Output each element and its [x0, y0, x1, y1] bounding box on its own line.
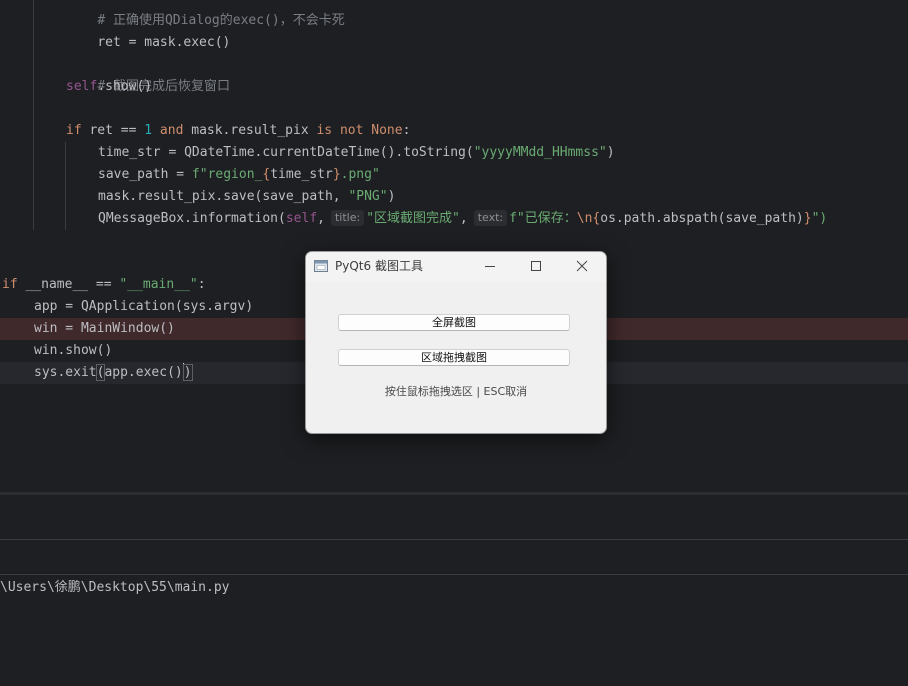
code-text: ) [606, 145, 615, 160]
code-keyword: None [363, 123, 403, 138]
fullscreen-capture-button[interactable]: 全屏截图 [338, 314, 570, 331]
code-line[interactable]: # 正确使用QDialog的exec()，不会卡死 [0, 0, 908, 28]
code-string: .png" [340, 167, 380, 182]
run-console[interactable]: \Users\徐鹏\Desktop\55\main.py [0, 575, 908, 686]
code-string: "yyyyMMdd_HHmmss" [473, 145, 607, 160]
code-text: == [88, 277, 120, 292]
parameter-hint-title: title: [330, 210, 365, 226]
maximize-button[interactable] [514, 252, 558, 281]
code-text: time_str = QDateTime.currentDateTime().t… [98, 145, 474, 160]
code-keyword: if [66, 123, 82, 138]
close-icon [576, 260, 588, 272]
region-capture-button[interactable]: 区域拖拽截图 [338, 349, 570, 366]
code-line[interactable]: save_path = f"region_{time_str}.png" [0, 164, 908, 186]
code-text: win = MainWindow() [34, 321, 175, 336]
code-string: f"region_ [191, 167, 263, 182]
code-self: self [285, 211, 318, 226]
code-text: sys.exit [34, 365, 97, 380]
screenshot-tool-dialog: PyQt6 截图工具 全屏截图 区域拖拽截图 按住鼠标拖拽选区 | ESC取消 [305, 251, 607, 434]
code-text: ret = mask.exec() [97, 35, 231, 50]
code-text: , [317, 211, 325, 226]
code-text: win.show() [34, 343, 113, 358]
code-keyword: and [152, 123, 184, 138]
code-line[interactable]: self.show() [0, 76, 908, 98]
code-string: "__main__" [119, 277, 198, 292]
tool-window-tabs [0, 540, 908, 575]
code-text: .show() [97, 79, 153, 94]
code-line[interactable]: mask.result_pix.save(save_path, "PNG") [0, 186, 908, 208]
code-text: time_str [270, 167, 333, 182]
code-string: ") [811, 211, 828, 226]
code-string: "PNG" [348, 189, 388, 204]
console-path-line: \Users\徐鹏\Desktop\55\main.py [0, 580, 230, 595]
code-brace: } [332, 167, 341, 182]
code-text: app = QApplication(sys.argv) [34, 299, 254, 314]
parameter-hint-text: text: [473, 210, 508, 226]
code-keyword: if [2, 277, 18, 292]
code-line[interactable]: if ret == 1 and mask.result_pix is not N… [0, 120, 908, 142]
dialog-titlebar[interactable]: PyQt6 截图工具 [306, 252, 606, 282]
code-text: : [197, 277, 206, 292]
code-line[interactable]: # 截图完成后恢复窗口 [0, 54, 908, 94]
code-text: QMessageBox.information( [98, 211, 286, 226]
code-self: self [66, 79, 98, 94]
code-string: "区域截图完成" [366, 211, 460, 226]
code-brace: } [803, 211, 812, 226]
code-text: : [402, 123, 411, 138]
code-line[interactable]: time_str = QDateTime.currentDateTime().t… [0, 142, 908, 164]
code-text: , [459, 211, 468, 226]
usage-hint: 按住鼠标拖拽选区 | ESC取消 [384, 385, 528, 398]
maximize-icon [531, 261, 541, 271]
code-line[interactable]: QMessageBox.information(self, title: "区域截图… [0, 208, 908, 230]
code-text: mask.result_pix.save(save_path, [98, 189, 349, 204]
code-number: 1 [144, 123, 153, 138]
code-line[interactable]: ret = mask.exec() [0, 10, 908, 50]
code-escape: \n [576, 211, 593, 226]
close-button[interactable] [560, 252, 604, 281]
tool-window-header [0, 495, 908, 540]
minimize-icon [485, 266, 495, 267]
code-text: os.path.abspath(save_path) [600, 211, 804, 226]
code-keyword: is not [316, 123, 364, 138]
code-text: save_path = [98, 167, 192, 182]
code-text: ) [387, 189, 396, 204]
app-window-icon [314, 260, 328, 272]
code-text: mask.result_pix [183, 123, 317, 138]
minimize-button[interactable] [468, 252, 512, 281]
dialog-title: PyQt6 截图工具 [335, 259, 423, 273]
code-text: ret == [81, 123, 145, 138]
matched-paren: ) [182, 364, 193, 381]
code-text: app.exec() [104, 365, 183, 380]
code-text: __name__ [17, 277, 89, 292]
code-string: f"已保存： [509, 211, 577, 226]
